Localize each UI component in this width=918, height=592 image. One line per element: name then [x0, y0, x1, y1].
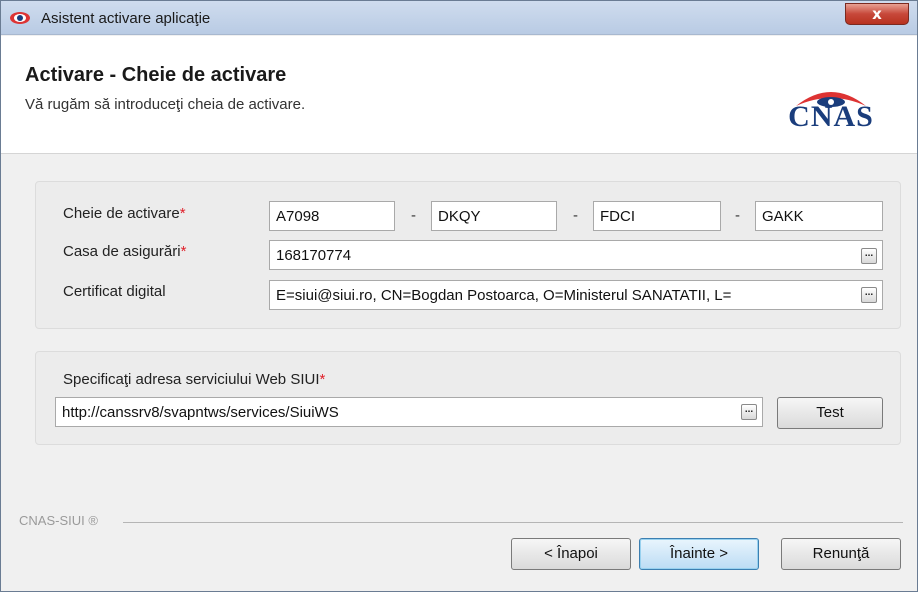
activation-wizard-window: Asistent activare aplicaţie x Activare -… — [0, 0, 918, 592]
certificate-browse-button[interactable]: ... — [861, 287, 877, 303]
required-mark: * — [180, 243, 187, 260]
key-separator: - — [735, 207, 740, 224]
insurance-house-browse-button[interactable]: ... — [861, 248, 877, 264]
activation-key-part-4[interactable]: GAKK — [755, 201, 883, 231]
close-button[interactable]: x — [845, 3, 909, 25]
footer-brand: CNAS-SIUI ® — [19, 513, 98, 528]
activation-key-part-2[interactable]: DKQY — [431, 201, 557, 231]
certificate-label: Certificat digital — [63, 283, 166, 300]
eye-icon — [10, 12, 30, 24]
key-separator: - — [573, 207, 578, 224]
footer-divider — [123, 522, 903, 523]
web-service-url-field[interactable]: http://canssrv8/svapntws/services/SiuiWS — [55, 397, 763, 427]
activation-key-part-1[interactable]: A7098 — [269, 201, 395, 231]
insurance-house-field[interactable]: 168170774 — [269, 240, 883, 270]
next-button[interactable]: Înainte > — [639, 538, 759, 570]
back-button[interactable]: < Înapoi — [511, 538, 631, 570]
activation-key-label: Cheie de activare* — [63, 205, 186, 222]
logo-text: CNAS — [788, 100, 874, 133]
web-service-label: Specificaţi adresa serviciului Web SIUI* — [63, 371, 326, 388]
web-service-browse-button[interactable]: ... — [741, 404, 757, 420]
close-icon: x — [872, 5, 882, 23]
page-title: Activare - Cheie de activare — [25, 64, 287, 86]
page-subtitle: Vă rugăm să introduceţi cheia de activar… — [25, 96, 306, 113]
title-bar[interactable]: Asistent activare aplicaţie x — [1, 1, 917, 35]
cancel-button[interactable]: Renunţă — [781, 538, 901, 570]
key-separator: - — [411, 207, 416, 224]
required-mark: * — [179, 205, 186, 222]
insurance-house-label: Casa de asigurări* — [63, 243, 187, 260]
required-mark: * — [319, 371, 326, 388]
window-title: Asistent activare aplicaţie — [41, 10, 211, 27]
cnas-logo: CNAS — [766, 80, 896, 138]
wizard-header: Activare - Cheie de activare Vă rugăm să… — [1, 36, 917, 154]
activation-key-part-3[interactable]: FDCI — [593, 201, 721, 231]
test-button[interactable]: Test — [777, 397, 883, 429]
certificate-field[interactable]: E=siui@siui.ro, CN=Bogdan Postoarca, O=M… — [269, 280, 883, 310]
